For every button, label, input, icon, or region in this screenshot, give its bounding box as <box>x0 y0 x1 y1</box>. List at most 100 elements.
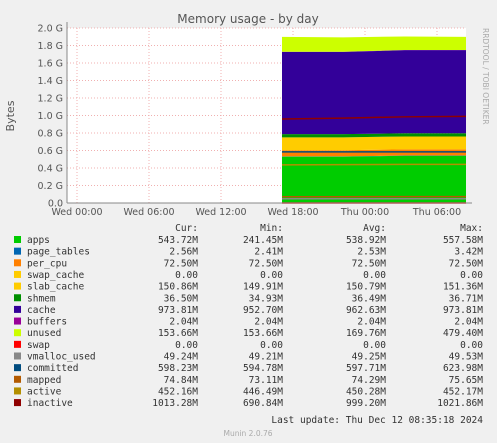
legend-value: 973.81M <box>443 305 483 316</box>
legend-value: 36.49M <box>352 293 387 304</box>
legend-value: 999.20M <box>346 398 386 409</box>
legend-value: 72.50M <box>164 258 199 269</box>
legend-series-name: active <box>27 386 62 397</box>
legend-value: 623.98M <box>443 363 483 374</box>
legend-value: 452.16M <box>158 386 198 397</box>
legend-value: 0.00 <box>175 340 198 351</box>
legend-value: 72.50M <box>449 258 484 269</box>
legend-value: 36.71M <box>449 293 484 304</box>
legend-value: 0.00 <box>363 340 386 351</box>
y-tick-label: 0.8 G <box>38 129 64 140</box>
legend-value: 34.93M <box>249 293 284 304</box>
legend-series-name: vmalloc_used <box>27 352 96 363</box>
y-tick-label: 0.6 G <box>38 146 64 157</box>
legend-value: 241.45M <box>243 235 283 246</box>
legend-value: 2.04M <box>254 317 283 328</box>
legend-swatch <box>14 270 21 278</box>
legend-series-name: page_tables <box>27 247 90 258</box>
y-tick-label: 2.0 G <box>38 24 64 35</box>
stacked-areas <box>282 36 466 203</box>
legend-value: 49.53M <box>449 352 484 363</box>
legend-series-name: shmem <box>27 293 56 304</box>
legend-swatch <box>14 329 21 337</box>
legend-value: 150.79M <box>346 282 386 293</box>
legend-value: 150.86M <box>158 282 198 293</box>
y-tick-label: 0.4 G <box>38 164 64 175</box>
area-per-cpu <box>282 149 466 157</box>
x-tick-label: Thu 00:00 <box>340 207 389 218</box>
legend-swatch <box>14 317 21 325</box>
legend-swatch <box>14 236 21 243</box>
legend: Cur: Min: Avg: Max: apps 543.72M 241.45M 538.92… <box>14 223 483 409</box>
legend-series-name: mapped <box>27 375 61 386</box>
legend-value: 0.00 <box>460 270 483 281</box>
legend-swatch <box>14 375 21 383</box>
x-tick-label: Wed 12:00 <box>195 207 246 218</box>
legend-header: Avg: <box>363 223 386 234</box>
legend-value: 0.00 <box>175 270 198 281</box>
area-cache <box>282 50 466 135</box>
y-tick-label: 1.2 G <box>38 94 64 105</box>
legend-value: 2.04M <box>357 317 386 328</box>
legend-value: 0.00 <box>260 340 283 351</box>
legend-value: 0.00 <box>460 340 483 351</box>
legend-value: 3.42M <box>454 247 483 258</box>
legend-value: 149.91M <box>243 282 283 293</box>
legend-series-name: swap <box>27 340 50 351</box>
legend-value: 73.11M <box>249 375 284 386</box>
y-axis-label: Bytes <box>4 100 17 131</box>
legend-swatch <box>14 352 21 360</box>
legend-swatch <box>14 305 21 313</box>
legend-series-name: buffers <box>27 317 67 328</box>
x-tick-label: Wed 18:00 <box>267 207 318 218</box>
legend-value: 169.76M <box>346 328 386 339</box>
legend-value: 446.49M <box>243 386 283 397</box>
y-tick-label: 1.8 G <box>38 41 64 52</box>
chart-title: Memory usage - by day <box>177 12 318 26</box>
legend-series-name: per_cpu <box>27 258 67 269</box>
area-slab-cache <box>282 136 466 151</box>
legend-value: 72.50M <box>249 258 284 269</box>
y-tick-label: 1.4 G <box>38 76 64 87</box>
legend-swatch <box>14 294 21 302</box>
legend-value: 594.78M <box>243 363 283 374</box>
legend-value: 1013.28M <box>152 398 198 409</box>
legend-value: 1021.86M <box>437 398 483 409</box>
legend-series-name: unused <box>27 328 61 339</box>
legend-swatch <box>14 247 21 255</box>
legend-header: Min: <box>260 223 283 234</box>
legend-value: 2.41M <box>254 247 283 258</box>
x-tick-label: Wed 06:00 <box>123 207 174 218</box>
legend-value: 151.36M <box>443 282 483 293</box>
legend-value: 2.04M <box>454 317 483 328</box>
legend-value: 690.84M <box>243 398 283 409</box>
legend-series-name: committed <box>27 363 78 374</box>
legend-swatch <box>14 387 21 395</box>
legend-value: 2.56M <box>169 247 198 258</box>
legend-value: 557.58M <box>443 235 483 246</box>
y-tick-label: 1.0 G <box>38 111 64 122</box>
rrdtool-credit: RRDTOOL / TOBI OETIKER <box>481 28 490 125</box>
legend-series-name: slab_cache <box>27 282 84 293</box>
legend-value: 538.92M <box>346 235 386 246</box>
legend-swatch <box>14 282 21 290</box>
legend-header: Cur: <box>175 223 198 234</box>
legend-value: 543.72M <box>158 235 198 246</box>
legend-value: 962.63M <box>346 305 386 316</box>
memory-usage-chart: Memory usage - by day Bytes RRDTOOL / TO… <box>4 12 490 438</box>
legend-swatch <box>14 340 21 348</box>
area-unused <box>282 36 466 52</box>
line-active <box>281 163 467 166</box>
legend-value: 74.29M <box>352 375 387 386</box>
legend-value: 2.53M <box>357 247 386 258</box>
legend-value: 74.84M <box>164 375 199 386</box>
legend-series-name: swap_cache <box>27 270 84 281</box>
legend-value: 598.23M <box>158 363 198 374</box>
legend-value: 973.81M <box>158 305 198 316</box>
legend-value: 0.00 <box>363 270 386 281</box>
legend-value: 452.17M <box>443 386 483 397</box>
legend-value: 952.70M <box>243 305 283 316</box>
x-tick-label: Thu 06:00 <box>412 207 461 218</box>
legend-value: 49.24M <box>164 352 199 363</box>
legend-value: 75.65M <box>449 375 484 386</box>
